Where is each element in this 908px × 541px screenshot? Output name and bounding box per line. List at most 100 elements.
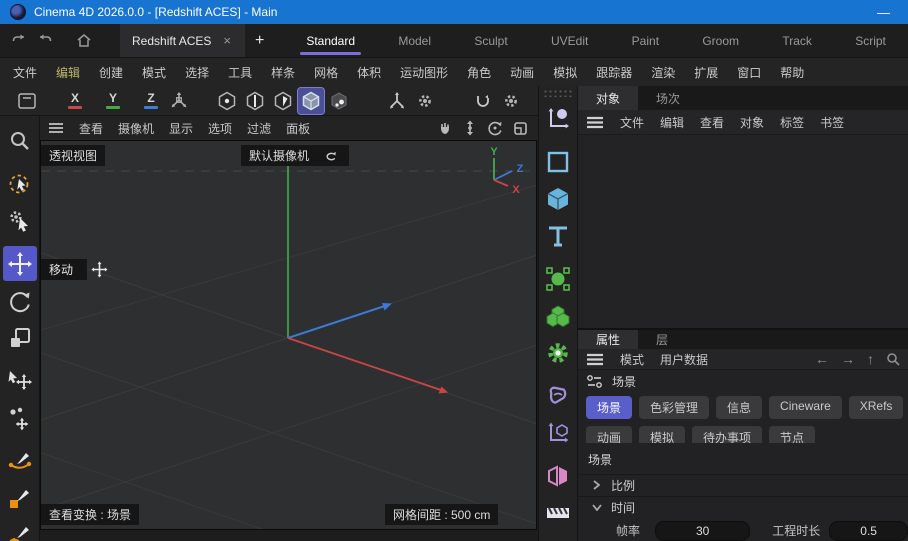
tab-layers[interactable]: 层: [638, 330, 686, 349]
viewport-menu-icon[interactable]: [48, 122, 64, 134]
symmetry-button[interactable]: [541, 458, 575, 493]
viewport-menu-filter[interactable]: 过滤: [247, 120, 271, 137]
spline-pen-group-button[interactable]: [541, 101, 575, 136]
go-up-button[interactable]: ↑: [867, 351, 874, 367]
attr-tab-color-management[interactable]: 色彩管理: [639, 396, 710, 420]
instance-axis-button[interactable]: [541, 415, 575, 450]
attr-tab-animation[interactable]: 动画: [586, 426, 633, 443]
viewport-menu-view[interactable]: 查看: [79, 120, 103, 137]
view-name-label[interactable]: 透视视图: [41, 145, 106, 166]
rotate-tool[interactable]: [3, 283, 37, 318]
live-selection-tool[interactable]: [3, 166, 37, 201]
menu-tracker[interactable]: 跟踪器: [596, 64, 632, 81]
attr-tab-todo[interactable]: 待办事项: [692, 426, 763, 443]
layout-tab-track[interactable]: Track: [768, 24, 826, 57]
attr-tab-info[interactable]: 信息: [716, 396, 763, 420]
axis-gizmo[interactable]: Y Z X: [476, 147, 528, 197]
deformer-button[interactable]: [541, 378, 575, 413]
edges-mode-button[interactable]: [242, 88, 268, 114]
layout-tab-groom[interactable]: Groom: [688, 24, 753, 57]
texture-mode-button[interactable]: [326, 88, 352, 114]
coordinate-system-button[interactable]: [166, 88, 192, 114]
object-list[interactable]: [578, 135, 908, 328]
layout-tab-uvedit[interactable]: UVEdit: [537, 24, 602, 57]
om-menu-view[interactable]: 查看: [700, 114, 724, 131]
viewport-menu-display[interactable]: 显示: [169, 120, 193, 137]
menu-mode[interactable]: 模式: [142, 64, 166, 81]
enable-axis-button[interactable]: [384, 88, 410, 114]
minimize-button[interactable]: —: [869, 5, 898, 20]
viewport-menu-options[interactable]: 选项: [208, 120, 232, 137]
menu-create[interactable]: 创建: [99, 64, 123, 81]
layout-tab-standard[interactable]: Standard: [292, 24, 369, 57]
om-menu-bookmarks[interactable]: 书签: [820, 114, 844, 131]
layout-tab-script[interactable]: Script: [841, 24, 900, 57]
layout-tab-paint[interactable]: Paint: [618, 24, 673, 57]
move-tool[interactable]: [2, 246, 37, 281]
duration-input[interactable]: 0.5: [829, 520, 908, 541]
layout-tab-model[interactable]: Model: [384, 24, 445, 57]
polygons-mode-button[interactable]: [270, 88, 296, 114]
pan-hand-icon[interactable]: [437, 120, 453, 136]
om-menu-file[interactable]: 文件: [620, 114, 644, 131]
add-tab-button[interactable]: +: [245, 24, 274, 57]
section-time[interactable]: 时间: [578, 495, 908, 518]
attribute-manager-menu-icon[interactable]: [586, 353, 604, 366]
history-back-button[interactable]: ←: [815, 351, 829, 367]
fps-input[interactable]: 30: [655, 520, 751, 541]
scale-tool[interactable]: [3, 320, 37, 355]
menu-extensions[interactable]: 扩展: [694, 64, 718, 81]
tweak-tool[interactable]: [3, 203, 37, 238]
axis-settings-gear-icon[interactable]: [412, 88, 438, 114]
create-palette-drag-handle[interactable]: [543, 89, 573, 97]
orbit-rotate-icon[interactable]: [487, 120, 503, 136]
menu-animate[interactable]: 动画: [510, 64, 534, 81]
viewport-menu-camera[interactable]: 摄像机: [118, 120, 154, 137]
spline-pen-tool[interactable]: [3, 443, 37, 478]
rotation-settings-gear-icon[interactable]: [498, 88, 524, 114]
attr-tab-simulation[interactable]: 模拟: [639, 426, 686, 443]
attr-tab-cineware[interactable]: Cineware: [769, 396, 842, 420]
om-menu-tags[interactable]: 标签: [780, 114, 804, 131]
tab-attributes[interactable]: 属性: [578, 330, 639, 350]
tab-takes[interactable]: 场次: [638, 86, 698, 110]
history-forward-button[interactable]: →: [841, 351, 855, 367]
array-volume-button[interactable]: [541, 298, 575, 333]
cube-primitive-button[interactable]: [541, 181, 575, 216]
layout-tab-sculpt[interactable]: Sculpt: [460, 24, 521, 57]
camera-switch-icon[interactable]: [319, 148, 342, 163]
panel-toggle-button[interactable]: [14, 88, 40, 114]
commander-search-button[interactable]: [3, 123, 37, 158]
home-button[interactable]: [76, 33, 92, 48]
menu-window[interactable]: 窗口: [737, 64, 761, 81]
viewport-menu-panel[interactable]: 面板: [286, 120, 310, 137]
om-menu-object[interactable]: 对象: [740, 114, 764, 131]
menu-simulate[interactable]: 模拟: [553, 64, 577, 81]
om-menu-edit[interactable]: 编辑: [660, 114, 684, 131]
menu-render[interactable]: 渲染: [651, 64, 675, 81]
cloner-button[interactable]: [541, 261, 575, 296]
camera-stage-button[interactable]: [541, 501, 575, 536]
lock-z-axis-button[interactable]: Z: [138, 88, 164, 114]
points-mode-button[interactable]: [214, 88, 240, 114]
lock-x-axis-button[interactable]: X: [62, 88, 88, 114]
menu-mograph[interactable]: 运动图形: [400, 64, 448, 81]
motext-button[interactable]: [541, 218, 575, 253]
menu-spline[interactable]: 样条: [271, 64, 295, 81]
polygon-pen-tool[interactable]: [3, 517, 37, 541]
menu-volume[interactable]: 体积: [357, 64, 381, 81]
multi-move-tool[interactable]: [3, 400, 37, 435]
menu-help[interactable]: 帮助: [780, 64, 804, 81]
sketch-pen-tool[interactable]: [3, 480, 37, 515]
camera-name-label[interactable]: 默认摄像机: [241, 145, 350, 166]
menu-select[interactable]: 选择: [185, 64, 209, 81]
attr-tab-nodes[interactable]: 节点: [769, 426, 816, 443]
menu-tools[interactable]: 工具: [228, 64, 252, 81]
menu-edit[interactable]: 编辑: [56, 64, 80, 81]
effector-gear-button[interactable]: [541, 335, 575, 370]
close-tab-icon[interactable]: ×: [221, 33, 233, 48]
attribute-search-icon[interactable]: [886, 352, 900, 366]
tab-objects[interactable]: 对象: [578, 86, 639, 110]
object-manager-menu-icon[interactable]: [586, 116, 604, 129]
viewport-canvas[interactable]: 透视视图 默认摄像机 Y Z X 移动 查看变换: 场景 网格间距: 500…: [40, 140, 537, 530]
